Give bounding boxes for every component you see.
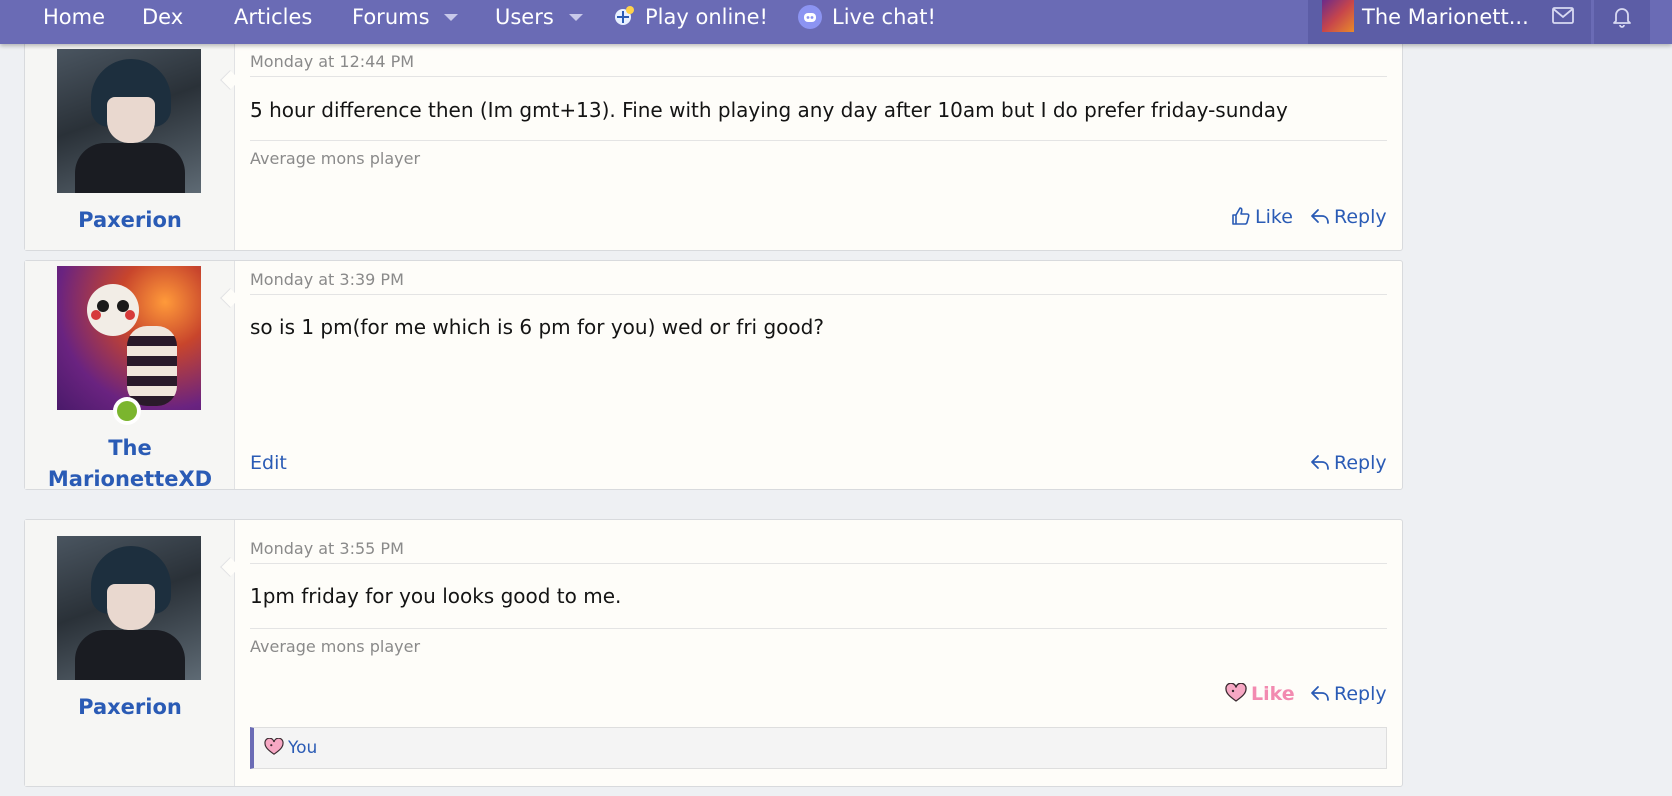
post-text: 5 hour difference then (Im gmt+13). Fine… bbox=[250, 98, 1288, 122]
like-button[interactable]: Like bbox=[1225, 681, 1295, 707]
reply-arrow-icon bbox=[1311, 686, 1329, 701]
discord-icon bbox=[798, 5, 822, 29]
reply-label: Reply bbox=[1334, 206, 1387, 228]
avatar[interactable] bbox=[57, 49, 201, 193]
username[interactable]: Paxerion bbox=[25, 692, 235, 723]
post: Paxerion Monday at 3:55 PM 1pm friday fo… bbox=[24, 519, 1403, 787]
reply-label: Reply bbox=[1334, 683, 1387, 705]
game-controller-icon bbox=[615, 6, 634, 25]
reply-arrow-icon bbox=[1311, 455, 1329, 470]
signature: Average mons player bbox=[250, 628, 1387, 656]
signature: Average mons player bbox=[250, 140, 1387, 168]
post-body: Monday at 3:55 PM 1pm friday for you loo… bbox=[235, 520, 1402, 786]
like-label: Like bbox=[1255, 206, 1293, 228]
post-user-panel: Paxerion bbox=[25, 21, 235, 250]
nav-articles[interactable]: Articles bbox=[234, 0, 312, 34]
username[interactable]: Paxerion bbox=[25, 205, 235, 236]
top-navigation-bar: Home Dex Articles Forums Users Play onli… bbox=[0, 0, 1672, 44]
edit-button[interactable]: Edit bbox=[250, 450, 287, 476]
reply-arrow-icon bbox=[1311, 209, 1329, 224]
username-line-2[interactable]: MarionetteXD bbox=[25, 464, 235, 495]
post-body: Monday at 12:44 PM 5 hour difference the… bbox=[235, 21, 1402, 250]
username-line-1[interactable]: The bbox=[25, 433, 235, 464]
post-date[interactable]: Monday at 3:39 PM bbox=[250, 265, 1387, 295]
post: Paxerion Monday at 12:44 PM 5 hour diffe… bbox=[24, 20, 1403, 251]
nav-dex[interactable]: Dex bbox=[142, 0, 183, 34]
reply-button[interactable]: Reply bbox=[1310, 204, 1387, 230]
bell-icon bbox=[1613, 8, 1631, 28]
envelope-icon bbox=[1552, 7, 1574, 24]
like-button[interactable]: Like bbox=[1231, 204, 1293, 230]
reply-label: Reply bbox=[1334, 452, 1387, 474]
reaction-user[interactable]: You bbox=[288, 738, 317, 758]
reactions-bar[interactable]: You bbox=[250, 727, 1387, 769]
post: The MarionetteXD Monday at 3:39 PM so is… bbox=[24, 260, 1403, 491]
like-label: Like bbox=[1251, 683, 1295, 705]
nav-play-online[interactable]: Play online! bbox=[645, 0, 768, 34]
post-text: so is 1 pm(for me which is 6 pm for you)… bbox=[250, 315, 824, 339]
nav-forums[interactable]: Forums bbox=[352, 0, 430, 34]
reply-button[interactable]: Reply bbox=[1310, 681, 1387, 707]
account-name: The Marionett... bbox=[1362, 5, 1529, 29]
alerts-button[interactable] bbox=[1594, 0, 1650, 44]
forums-chevron-down-icon[interactable] bbox=[444, 14, 458, 21]
users-chevron-down-icon[interactable] bbox=[569, 14, 583, 21]
avatar[interactable] bbox=[57, 266, 201, 410]
post-user-panel: The MarionetteXD bbox=[25, 261, 235, 491]
account-avatar bbox=[1322, 0, 1354, 32]
post-date[interactable]: Monday at 12:44 PM bbox=[250, 47, 1387, 77]
heart-reaction-icon bbox=[264, 737, 284, 755]
nav-live-chat[interactable]: Live chat! bbox=[832, 0, 936, 34]
inbox-button[interactable] bbox=[1535, 0, 1591, 44]
post-body: Monday at 3:39 PM so is 1 pm(for me whic… bbox=[235, 261, 1402, 489]
thumbs-up-icon bbox=[1232, 207, 1250, 225]
account-menu[interactable]: The Marionett... bbox=[1308, 0, 1544, 44]
nav-users[interactable]: Users bbox=[495, 0, 554, 34]
post-user-panel: Paxerion bbox=[25, 520, 235, 786]
reply-button[interactable]: Reply bbox=[1310, 450, 1387, 476]
post-text: 1pm friday for you looks good to me. bbox=[250, 584, 622, 608]
heart-reaction-icon bbox=[1225, 682, 1247, 702]
online-status-icon bbox=[113, 397, 141, 425]
nav-home[interactable]: Home bbox=[43, 0, 105, 34]
avatar[interactable] bbox=[57, 536, 201, 680]
post-date[interactable]: Monday at 3:55 PM bbox=[250, 534, 1387, 564]
